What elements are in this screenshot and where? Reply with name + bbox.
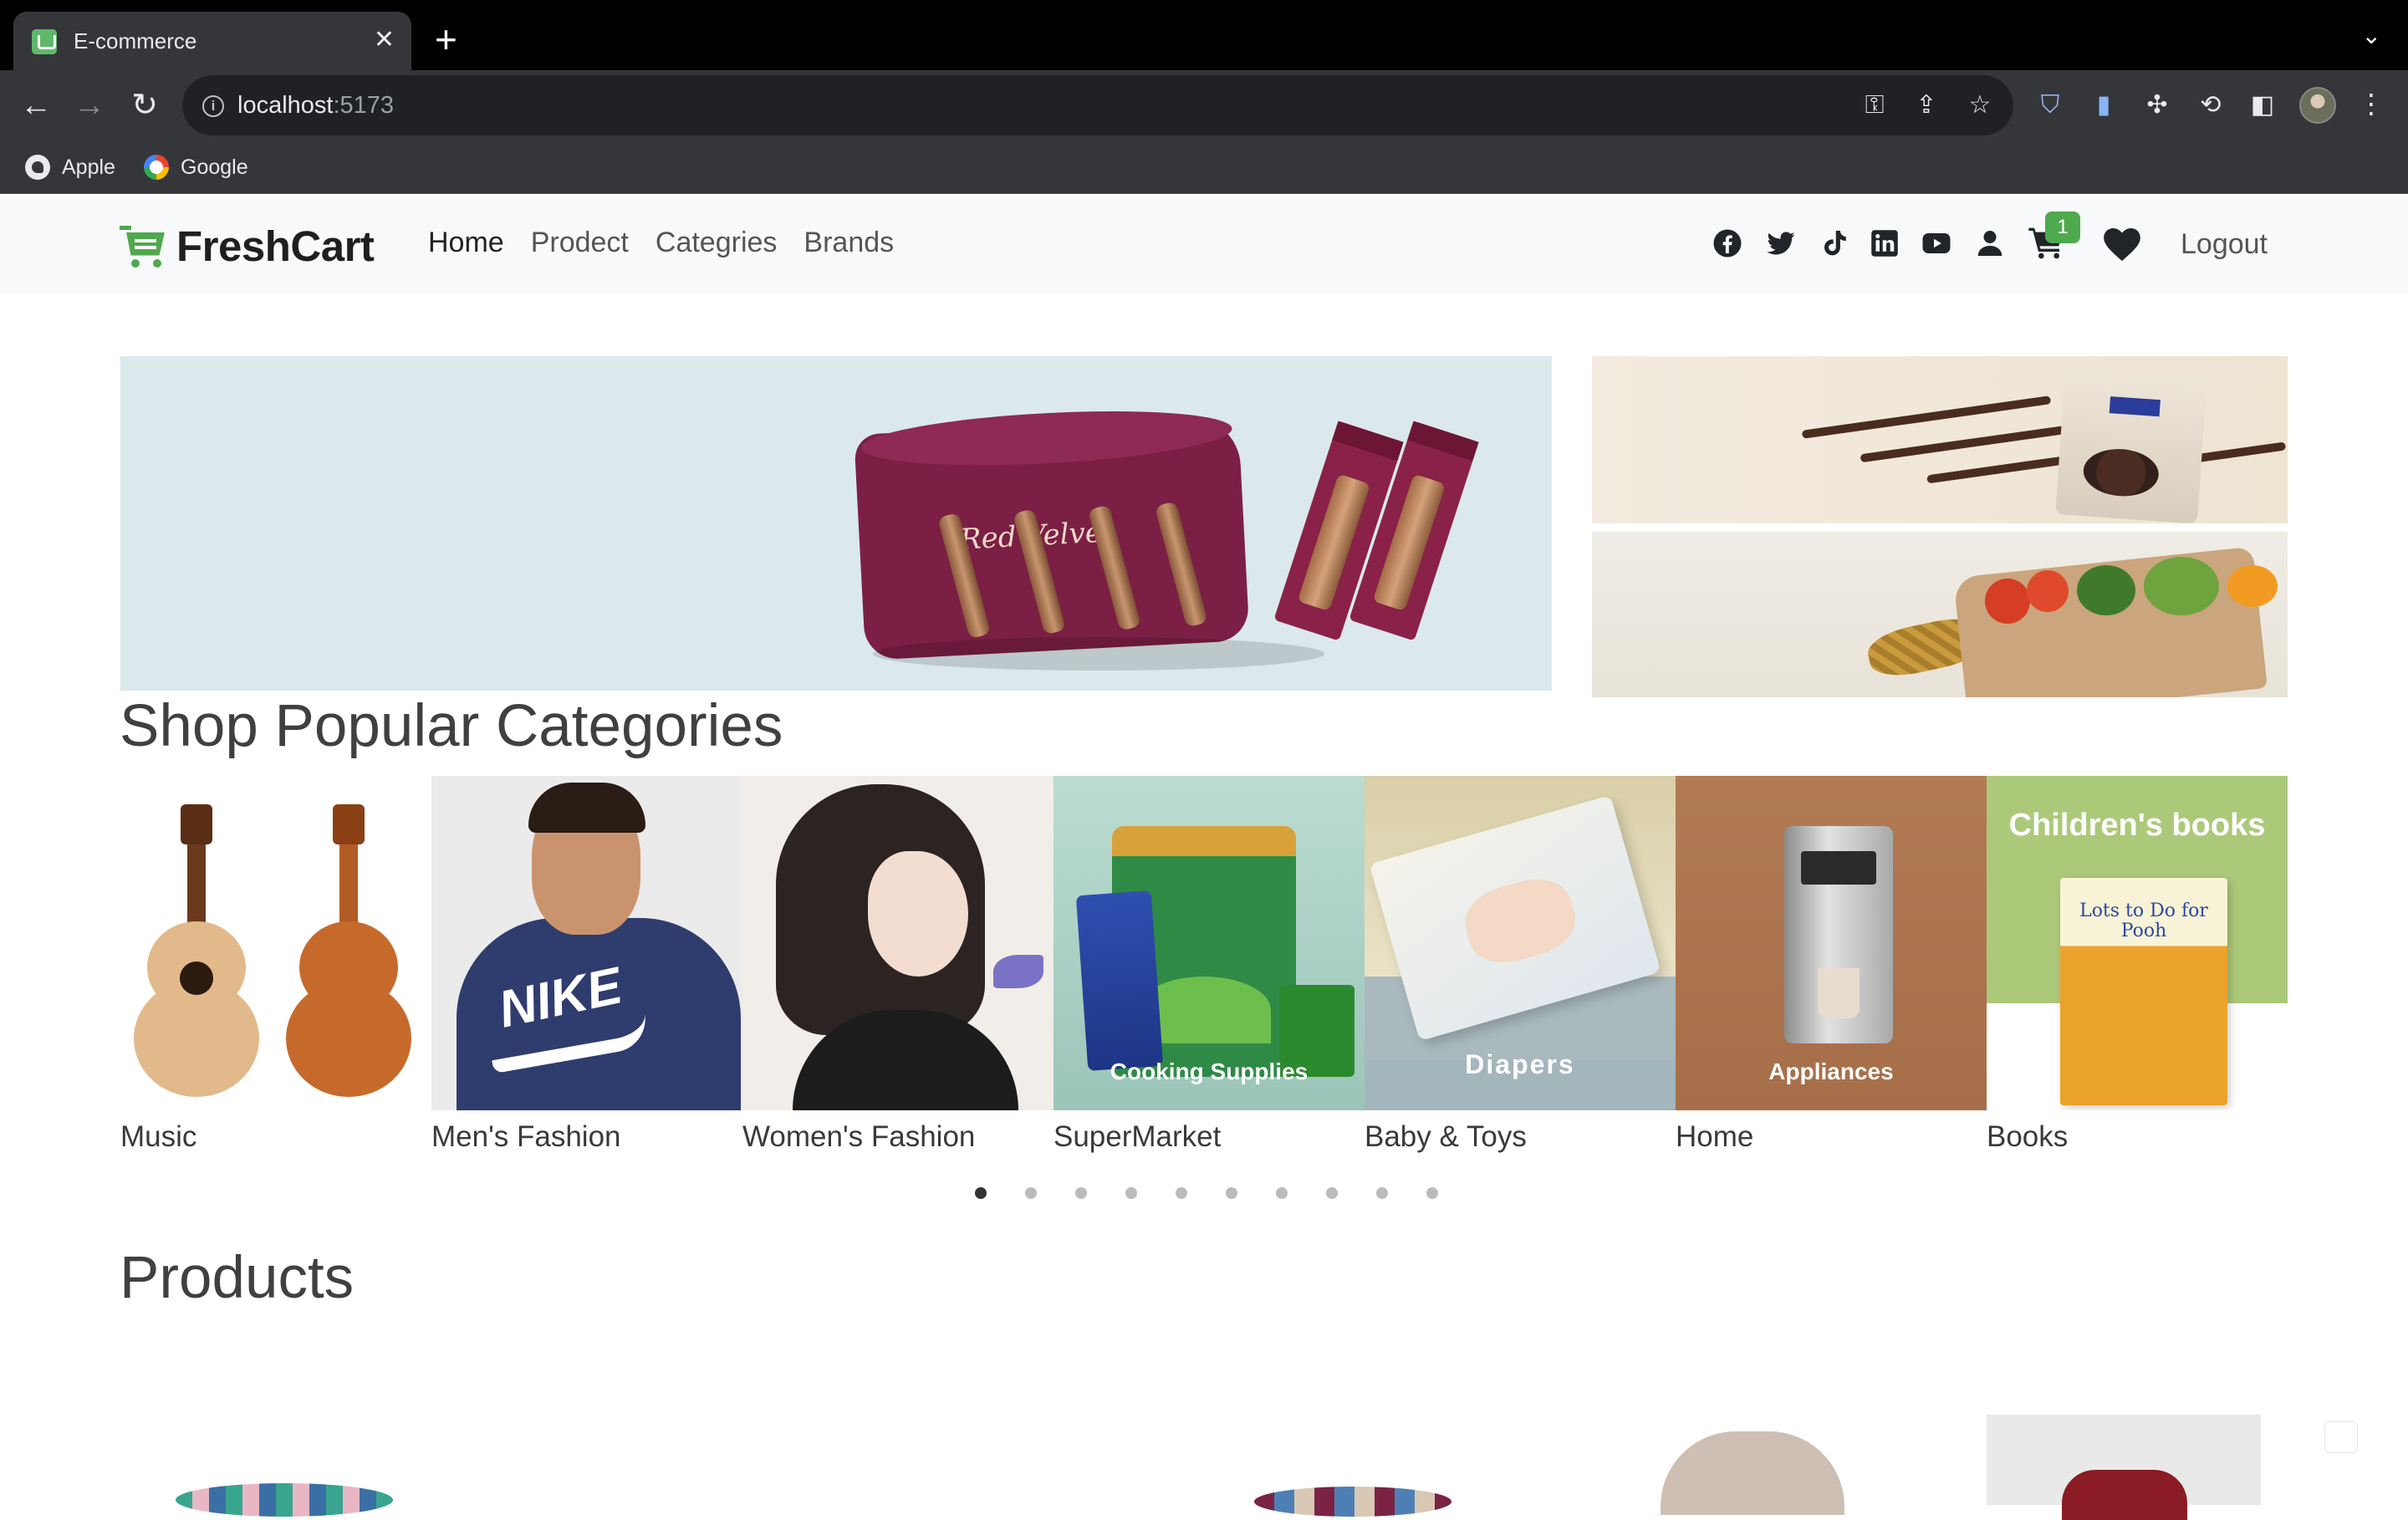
diaper-box-image: [1369, 794, 1661, 1042]
slider-dot[interactable]: [1376, 1187, 1388, 1199]
baby-image-caption: Diapers: [1465, 1049, 1575, 1079]
browser-menu-icon[interactable]: ⋮: [2358, 87, 2385, 120]
freshcart-favicon-icon: [32, 29, 57, 54]
hero-side-banner-cookies[interactable]: [1592, 356, 2288, 523]
nav-link-brands[interactable]: Brands: [804, 227, 894, 259]
tab-title: E-commerce: [74, 28, 197, 54]
scroll-to-top-button[interactable]: [2324, 1421, 2358, 1453]
share-icon[interactable]: ⇪: [1911, 90, 1941, 120]
categories-title: Shop Popular Categories: [120, 693, 783, 759]
product-card[interactable]: [1987, 1415, 2261, 1520]
facebook-icon[interactable]: [1712, 228, 1742, 258]
shield-extension-icon[interactable]: ⛉: [2033, 89, 2067, 122]
supermarket-image-caption: Cooking Supplies: [1110, 1058, 1309, 1084]
tab-search-chevron-icon[interactable]: ⌄: [2362, 22, 2381, 49]
apple-icon: [25, 155, 50, 180]
books-image-caption: Children's books: [2008, 808, 2266, 843]
reload-icon[interactable]: ↻: [124, 85, 166, 127]
slider-dot[interactable]: [1326, 1187, 1338, 1199]
linkedin-icon[interactable]: [1870, 228, 1900, 258]
coffee-machine-image: [1784, 826, 1893, 1043]
category-slider-dots: [975, 1187, 1438, 1199]
bookmark-label: Apple: [62, 155, 115, 179]
category-name[interactable]: Home: [1676, 1120, 1753, 1154]
address-bar[interactable]: i localhost:5173 ⚿ ⇪ ☆: [182, 75, 2013, 135]
wishlist-heart-icon[interactable]: [2104, 228, 2140, 262]
bookmark-apple[interactable]: Apple: [25, 154, 115, 181]
hero-side-banner-groceries[interactable]: [1592, 532, 2288, 697]
shopping-cart-logo-icon: [120, 225, 168, 268]
twitter-icon[interactable]: [1766, 228, 1796, 258]
wafer-tin-image: Red Velvet: [854, 415, 1250, 661]
butterfly-icon: [993, 955, 1043, 988]
category-name[interactable]: SuperMarket: [1054, 1120, 1221, 1154]
category-name[interactable]: Books: [1987, 1120, 2068, 1154]
brand-logo[interactable]: FreshCart: [120, 222, 375, 271]
slider-dot[interactable]: [1426, 1187, 1438, 1199]
book-cover-title: Lots to Do for Pooh: [2079, 900, 2208, 941]
category-slide-womens-fashion[interactable]: [742, 776, 1054, 1110]
slider-dot[interactable]: [1226, 1187, 1237, 1199]
profile-avatar[interactable]: [2299, 87, 2336, 124]
category-slide-supermarket[interactable]: Cooking Supplies: [1054, 776, 1365, 1110]
logout-link[interactable]: Logout: [2181, 228, 2268, 261]
category-name[interactable]: Music: [120, 1120, 196, 1154]
slider-dot[interactable]: [1025, 1187, 1037, 1199]
products-title: Products: [120, 1245, 355, 1311]
password-key-icon[interactable]: ⚿: [1860, 90, 1890, 120]
category-slide-baby-toys[interactable]: Diapers: [1365, 776, 1676, 1110]
category-name[interactable]: Baby & Toys: [1365, 1120, 1527, 1154]
browser-tab[interactable]: E-commerce ✕: [13, 12, 411, 70]
slider-dot[interactable]: [1125, 1187, 1137, 1199]
extensions-puzzle-icon[interactable]: ✣: [2140, 89, 2174, 122]
product-card[interactable]: [1661, 1415, 1844, 1515]
new-tab-button[interactable]: +: [435, 18, 457, 60]
product-card[interactable]: [1254, 1415, 1451, 1517]
vermicelli-pack-image: [1075, 890, 1164, 1071]
youtube-icon[interactable]: [1921, 228, 1951, 258]
guitar-back-image: [286, 804, 411, 1097]
nav-link-home[interactable]: Home: [428, 227, 504, 259]
slider-dot[interactable]: [1075, 1187, 1087, 1199]
pooh-book-image: Lots to Do for Pooh: [2060, 878, 2227, 1105]
bookmark-google[interactable]: Google: [144, 154, 248, 181]
bookmarks-bar: Apple Google: [0, 140, 2408, 194]
bookmark-label: Google: [181, 155, 248, 179]
docs-extension-icon[interactable]: ▮: [2087, 89, 2120, 122]
slider-dot[interactable]: [975, 1187, 987, 1199]
home-image-caption: Appliances: [1768, 1058, 1894, 1084]
site-navbar: FreshCart Home Prodect Categries Brands …: [0, 195, 2408, 294]
product-card[interactable]: [176, 1415, 393, 1517]
woman-illustration: [868, 851, 968, 977]
tiktok-icon[interactable]: [1819, 228, 1849, 258]
user-icon[interactable]: [1975, 228, 2005, 258]
category-slide-books[interactable]: Children's books Lots to Do for Pooh: [1987, 776, 2288, 1110]
cookie-bag-image: [2055, 368, 2207, 523]
category-name[interactable]: Men's Fashion: [431, 1120, 621, 1154]
media-control-icon[interactable]: ⟲: [2194, 89, 2227, 122]
category-slide-mens-fashion[interactable]: NIKE: [431, 776, 742, 1110]
brand-name: FreshCart: [176, 222, 375, 270]
google-icon: [144, 155, 169, 180]
close-tab-icon[interactable]: ✕: [374, 25, 395, 55]
category-slide-home[interactable]: Appliances: [1676, 776, 1987, 1110]
back-arrow-icon[interactable]: ←: [15, 85, 57, 127]
browser-tabstrip: E-commerce ✕ + ⌄: [0, 0, 2408, 70]
hero-main-banner[interactable]: Red Velvet: [120, 356, 1552, 691]
side-panel-icon[interactable]: ◧: [2246, 89, 2279, 122]
nav-link-categories[interactable]: Categries: [656, 227, 778, 259]
nav-link-products[interactable]: Prodect: [531, 227, 629, 259]
bookmark-star-icon[interactable]: ☆: [1965, 90, 1995, 120]
forward-arrow-icon[interactable]: →: [69, 85, 110, 127]
category-slide-music[interactable]: [120, 776, 431, 1110]
cart-count-badge: 1: [2045, 212, 2080, 243]
slider-dot[interactable]: [1276, 1187, 1288, 1199]
slider-dot[interactable]: [1176, 1187, 1187, 1199]
browser-toolbar: ← → ↻ i localhost:5173 ⚿ ⇪ ☆ ⛉ ▮ ✣ ⟲ ◧ ⋮: [0, 70, 2408, 140]
url-text: localhost:5173: [237, 92, 395, 119]
site-info-icon[interactable]: i: [202, 95, 224, 117]
category-name[interactable]: Women's Fashion: [742, 1120, 975, 1154]
guitar-front-image: [134, 804, 259, 1097]
main-nav: Home Prodect Categries Brands: [428, 227, 894, 259]
